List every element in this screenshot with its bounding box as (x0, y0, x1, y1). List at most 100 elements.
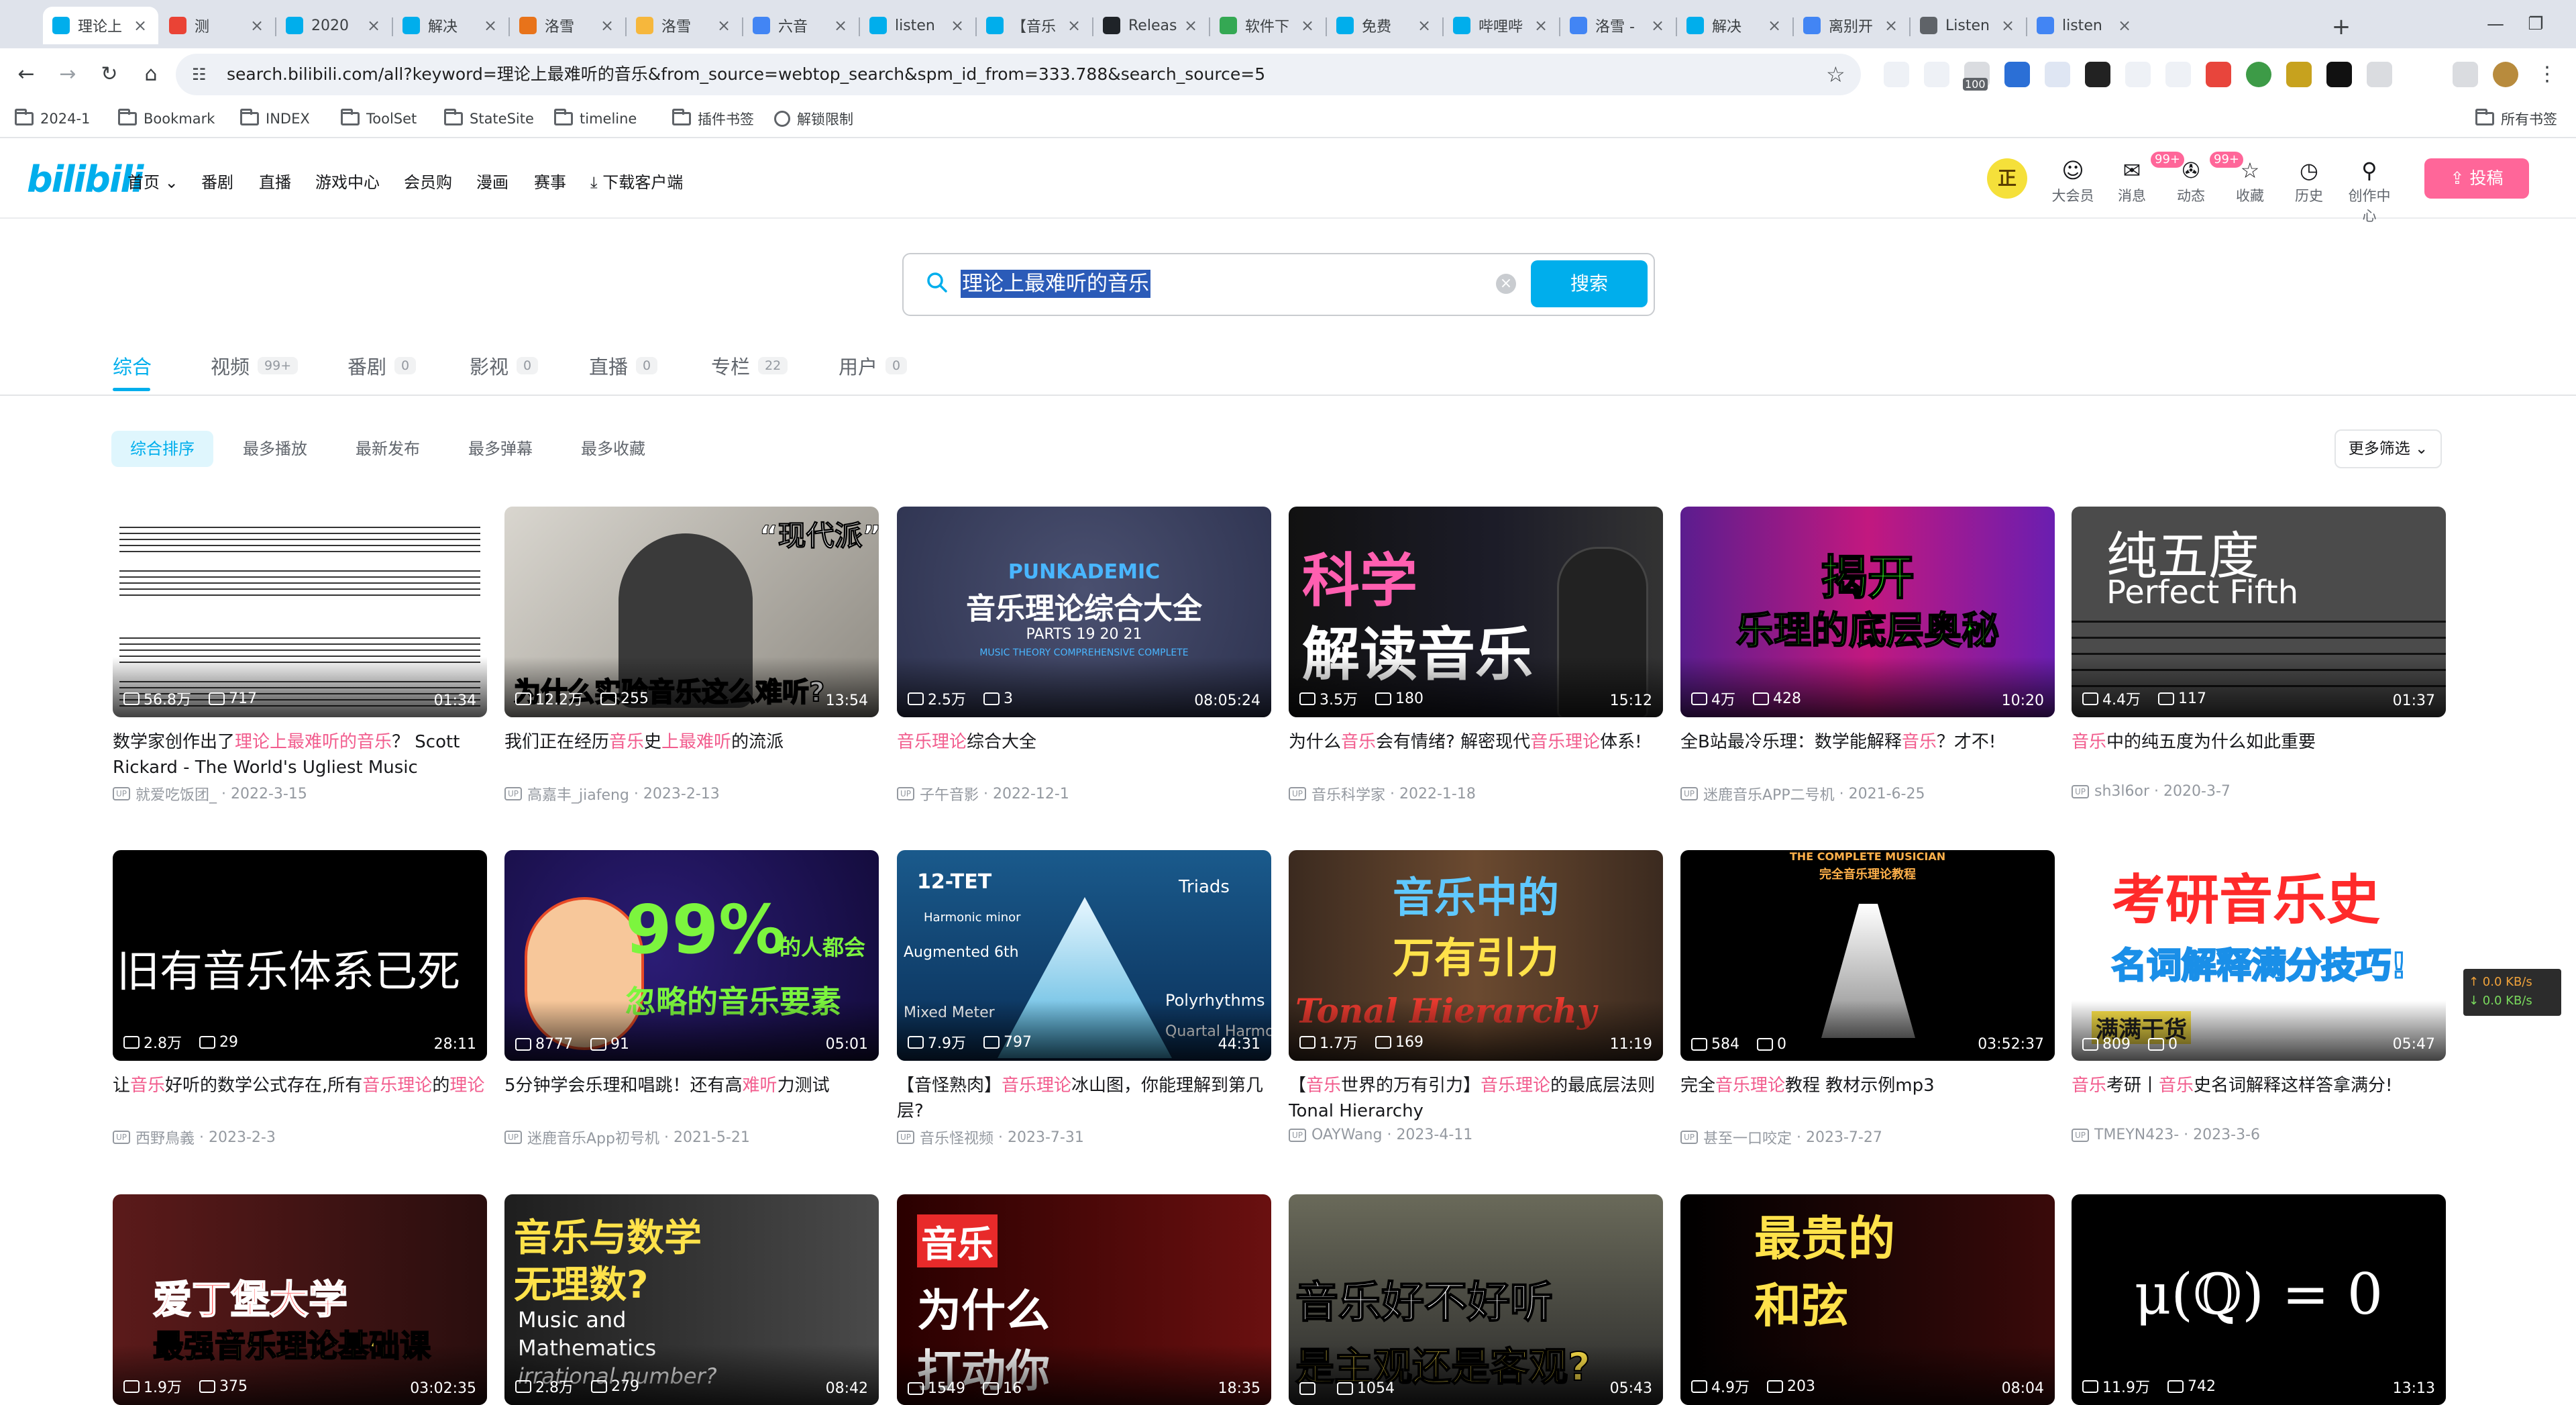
video-card[interactable]: μ(ℚ) = 0 11.9万 742 13:13 (2072, 1194, 2446, 1405)
uploader-name[interactable]: 子午音影 (920, 783, 979, 804)
video-title[interactable]: 完全音乐理论教程 教材示例mp3 (1680, 1073, 2055, 1124)
video-card[interactable]: PUNKADEMIC 音乐理论综合大全 PARTS 19 20 21 MUSIC TH… (897, 507, 1271, 804)
close-icon[interactable]: × (482, 17, 499, 34)
close-icon[interactable]: × (1532, 17, 1550, 34)
uploader-name[interactable]: sh3l6or (2094, 783, 2149, 800)
type-tab[interactable]: 用户 0 (839, 352, 908, 380)
trophy-icon[interactable] (1884, 62, 1909, 87)
video-card[interactable]: 最贵的 和弦 4.9万 203 08:04 (1680, 1194, 2055, 1405)
video-card[interactable]: 旧有音乐体系已死 2.8万 29 28:11 让音乐好听的数学公式存在,所有音乐理论的理… (113, 850, 487, 1148)
menu-icon[interactable]: ⋮ (2537, 62, 2557, 87)
star-outline-icon[interactable] (1924, 62, 1949, 87)
close-icon[interactable]: × (248, 17, 266, 34)
type-tab[interactable]: 番剧 0 (347, 352, 417, 380)
bookmark-item[interactable]: INDEX (240, 107, 310, 130)
sort-option[interactable]: 最多播放 (224, 431, 326, 467)
browser-tab[interactable]: 六音 × (743, 7, 859, 44)
video-card[interactable]: 音乐与数学无理数?Music andMathematicsirrational … (504, 1194, 879, 1405)
reload-button[interactable]: ↻ (93, 58, 126, 91)
close-icon[interactable]: × (1766, 17, 1783, 34)
video-title[interactable]: 数学家创作出了理论上最难听的音乐？ Scott Rickard - The Wo… (113, 729, 487, 780)
browser-tab[interactable]: 解决 × (393, 7, 508, 44)
close-icon[interactable]: × (131, 17, 149, 34)
video-title[interactable]: 【音乐世界的万有引力】音乐理论的最底层法则Tonal Hierarchy (1289, 1073, 1663, 1124)
user-avatar[interactable]: 正 (1987, 158, 2027, 199)
video-thumbnail[interactable]: “现代派”为什么实验音乐这么难听?12.2万25513:54 (504, 507, 879, 717)
browser-tab[interactable]: listen × (2027, 7, 2143, 44)
bookmark-item[interactable]: timeline (554, 107, 637, 130)
back-button[interactable]: ← (9, 58, 43, 91)
video-thumbnail[interactable]: 爱丁堡大学最强音乐理论基础课1.9万37503:02:35 (113, 1194, 487, 1405)
bookmark-item[interactable]: 解锁限制 (774, 107, 853, 130)
video-card[interactable]: 音乐好不好听是主观还是客观?105405:43 (1289, 1194, 1663, 1405)
video-card[interactable]: 56.8万 717 01:34 数学家创作出了理论上最难听的音乐？ Scott Ric… (113, 507, 487, 804)
puzzle-icon[interactable] (2367, 62, 2392, 87)
close-icon[interactable]: × (1999, 17, 2017, 34)
search-input[interactable]: 理论上最难听的音乐 (961, 270, 1150, 298)
sort-option[interactable]: 最多弹幕 (449, 431, 551, 467)
nav-link[interactable]: 直播 (259, 169, 291, 193)
header-vip[interactable]: ☺ 大会员 (2046, 158, 2100, 205)
video-title[interactable]: 音乐考研丨音乐史名词解释这样答拿满分! (2072, 1073, 2446, 1124)
sort-option[interactable]: 综合排序 (111, 431, 213, 467)
bilibili-logo[interactable]: bilibili (27, 158, 144, 201)
sidebar-icon[interactable] (2453, 62, 2478, 87)
video-thumbnail[interactable]: 音乐与数学无理数?Music andMathematicsirrational … (504, 1194, 879, 1405)
video-thumbnail[interactable]: 旧有音乐体系已死 2.8万 29 28:11 (113, 850, 487, 1061)
video-thumbnail[interactable]: 音乐好不好听是主观还是客观?105405:43 (1289, 1194, 1663, 1405)
more-filter-button[interactable]: 更多筛选 ⌄ (2334, 429, 2442, 468)
video-thumbnail[interactable]: 最贵的 和弦 4.9万 203 08:04 (1680, 1194, 2055, 1405)
bookmark-star-icon[interactable]: ☆ (1826, 62, 1845, 87)
uploader-name[interactable]: 西野鳥義 (136, 1127, 195, 1148)
browser-tab[interactable]: 离别开 × (1794, 7, 1909, 44)
browser-tab[interactable]: 免费 × (1327, 7, 1442, 44)
close-icon[interactable]: × (2116, 17, 2133, 34)
bookmark-item[interactable]: ToolSet (341, 107, 417, 130)
uploader-name[interactable]: 高嘉丰_jiafeng (527, 783, 629, 804)
header-history[interactable]: ◷ 历史 (2282, 158, 2336, 205)
search-button[interactable]: 搜索 (1531, 260, 1648, 307)
uploader-name[interactable]: 甚至一口咬定 (1703, 1127, 1792, 1148)
close-icon[interactable]: × (832, 17, 849, 34)
home-button[interactable]: ⌂ (134, 58, 168, 91)
browser-tab[interactable]: Releas × (1093, 7, 1209, 44)
close-icon[interactable]: × (1065, 17, 1083, 34)
browser-tab[interactable]: 理论上 × (43, 7, 158, 44)
bookmark-item[interactable]: 2024-1 (15, 107, 90, 130)
close-icon[interactable]: × (598, 17, 616, 34)
nav-link[interactable]: 番剧 (201, 169, 233, 193)
bookmark-item[interactable]: 插件书签 (672, 107, 754, 130)
close-icon[interactable]: × (1649, 17, 1666, 34)
profile-avatar-icon[interactable] (2493, 62, 2518, 87)
type-tab[interactable]: 直播 0 (589, 352, 658, 380)
browser-tab[interactable]: 测 × (160, 7, 275, 44)
video-thumbnail[interactable]: 纯五度 Perfect Fifth 4.4万 117 01:37 (2072, 507, 2446, 717)
uploader-name[interactable]: TMEYN423- (2094, 1127, 2179, 1143)
close-icon[interactable]: × (1882, 17, 1900, 34)
video-card[interactable]: 科学 解读音乐 3.5万 180 15:12 为什么音乐会有情绪? 解密现代音乐理论体系!… (1289, 507, 1663, 804)
clear-icon[interactable]: × (1496, 274, 1516, 294)
video-thumbnail[interactable]: 99%的人都会忽略的音乐要素87779105:01 (504, 850, 879, 1061)
uploader-name[interactable]: 迷鹿音乐App初号机 (527, 1127, 659, 1148)
uploader-name[interactable]: 就爱吃饭团_ (136, 783, 217, 804)
video-card[interactable]: 12-TETTriadsHarmonic minorAugmented 6thP… (897, 850, 1271, 1148)
browser-tab[interactable]: 洛雪 × (510, 7, 625, 44)
extension-icon[interactable] (2045, 62, 2070, 87)
nav-link[interactable]: ⤓ 下载客户端 (590, 169, 683, 193)
video-card[interactable]: 爱丁堡大学最强音乐理论基础课1.9万37503:02:35 (113, 1194, 487, 1405)
browser-tab[interactable]: listen × (860, 7, 975, 44)
video-thumbnail[interactable]: 12-TETTriadsHarmonic minorAugmented 6thP… (897, 850, 1271, 1061)
uploader-name[interactable]: OAYWang (1311, 1127, 1382, 1143)
header-message[interactable]: ✉ 99+ 消息 (2105, 152, 2184, 205)
browser-tab[interactable]: 洛雪 × (627, 7, 742, 44)
video-card[interactable]: 纯五度 Perfect Fifth 4.4万 117 01:37 音乐中的纯五度为什么如此… (2072, 507, 2446, 800)
close-icon[interactable]: × (715, 17, 733, 34)
video-title[interactable]: 音乐中的纯五度为什么如此重要 (2072, 729, 2446, 780)
video-thumbnail[interactable]: THE COMPLETE MUSICIAN 完全音乐理论教程 584 0 03:52:3… (1680, 850, 2055, 1061)
video-card[interactable]: 揭开 乐理的底层奥秘 4万 428 10:20 全B站最冷乐理：数学能解释音乐？才不! UP… (1680, 507, 2055, 804)
video-card[interactable]: “现代派”为什么实验音乐这么难听?12.2万25513:54我们正在经历音乐史上… (504, 507, 879, 804)
video-thumbnail[interactable]: 科学 解读音乐 3.5万 180 15:12 (1289, 507, 1663, 717)
nav-link[interactable]: 赛事 (534, 169, 566, 193)
video-thumbnail[interactable]: 考研音乐史名词解释满分技巧!满满干货809005:47 (2072, 850, 2446, 1061)
browser-tab[interactable]: 解决 × (1677, 7, 1792, 44)
